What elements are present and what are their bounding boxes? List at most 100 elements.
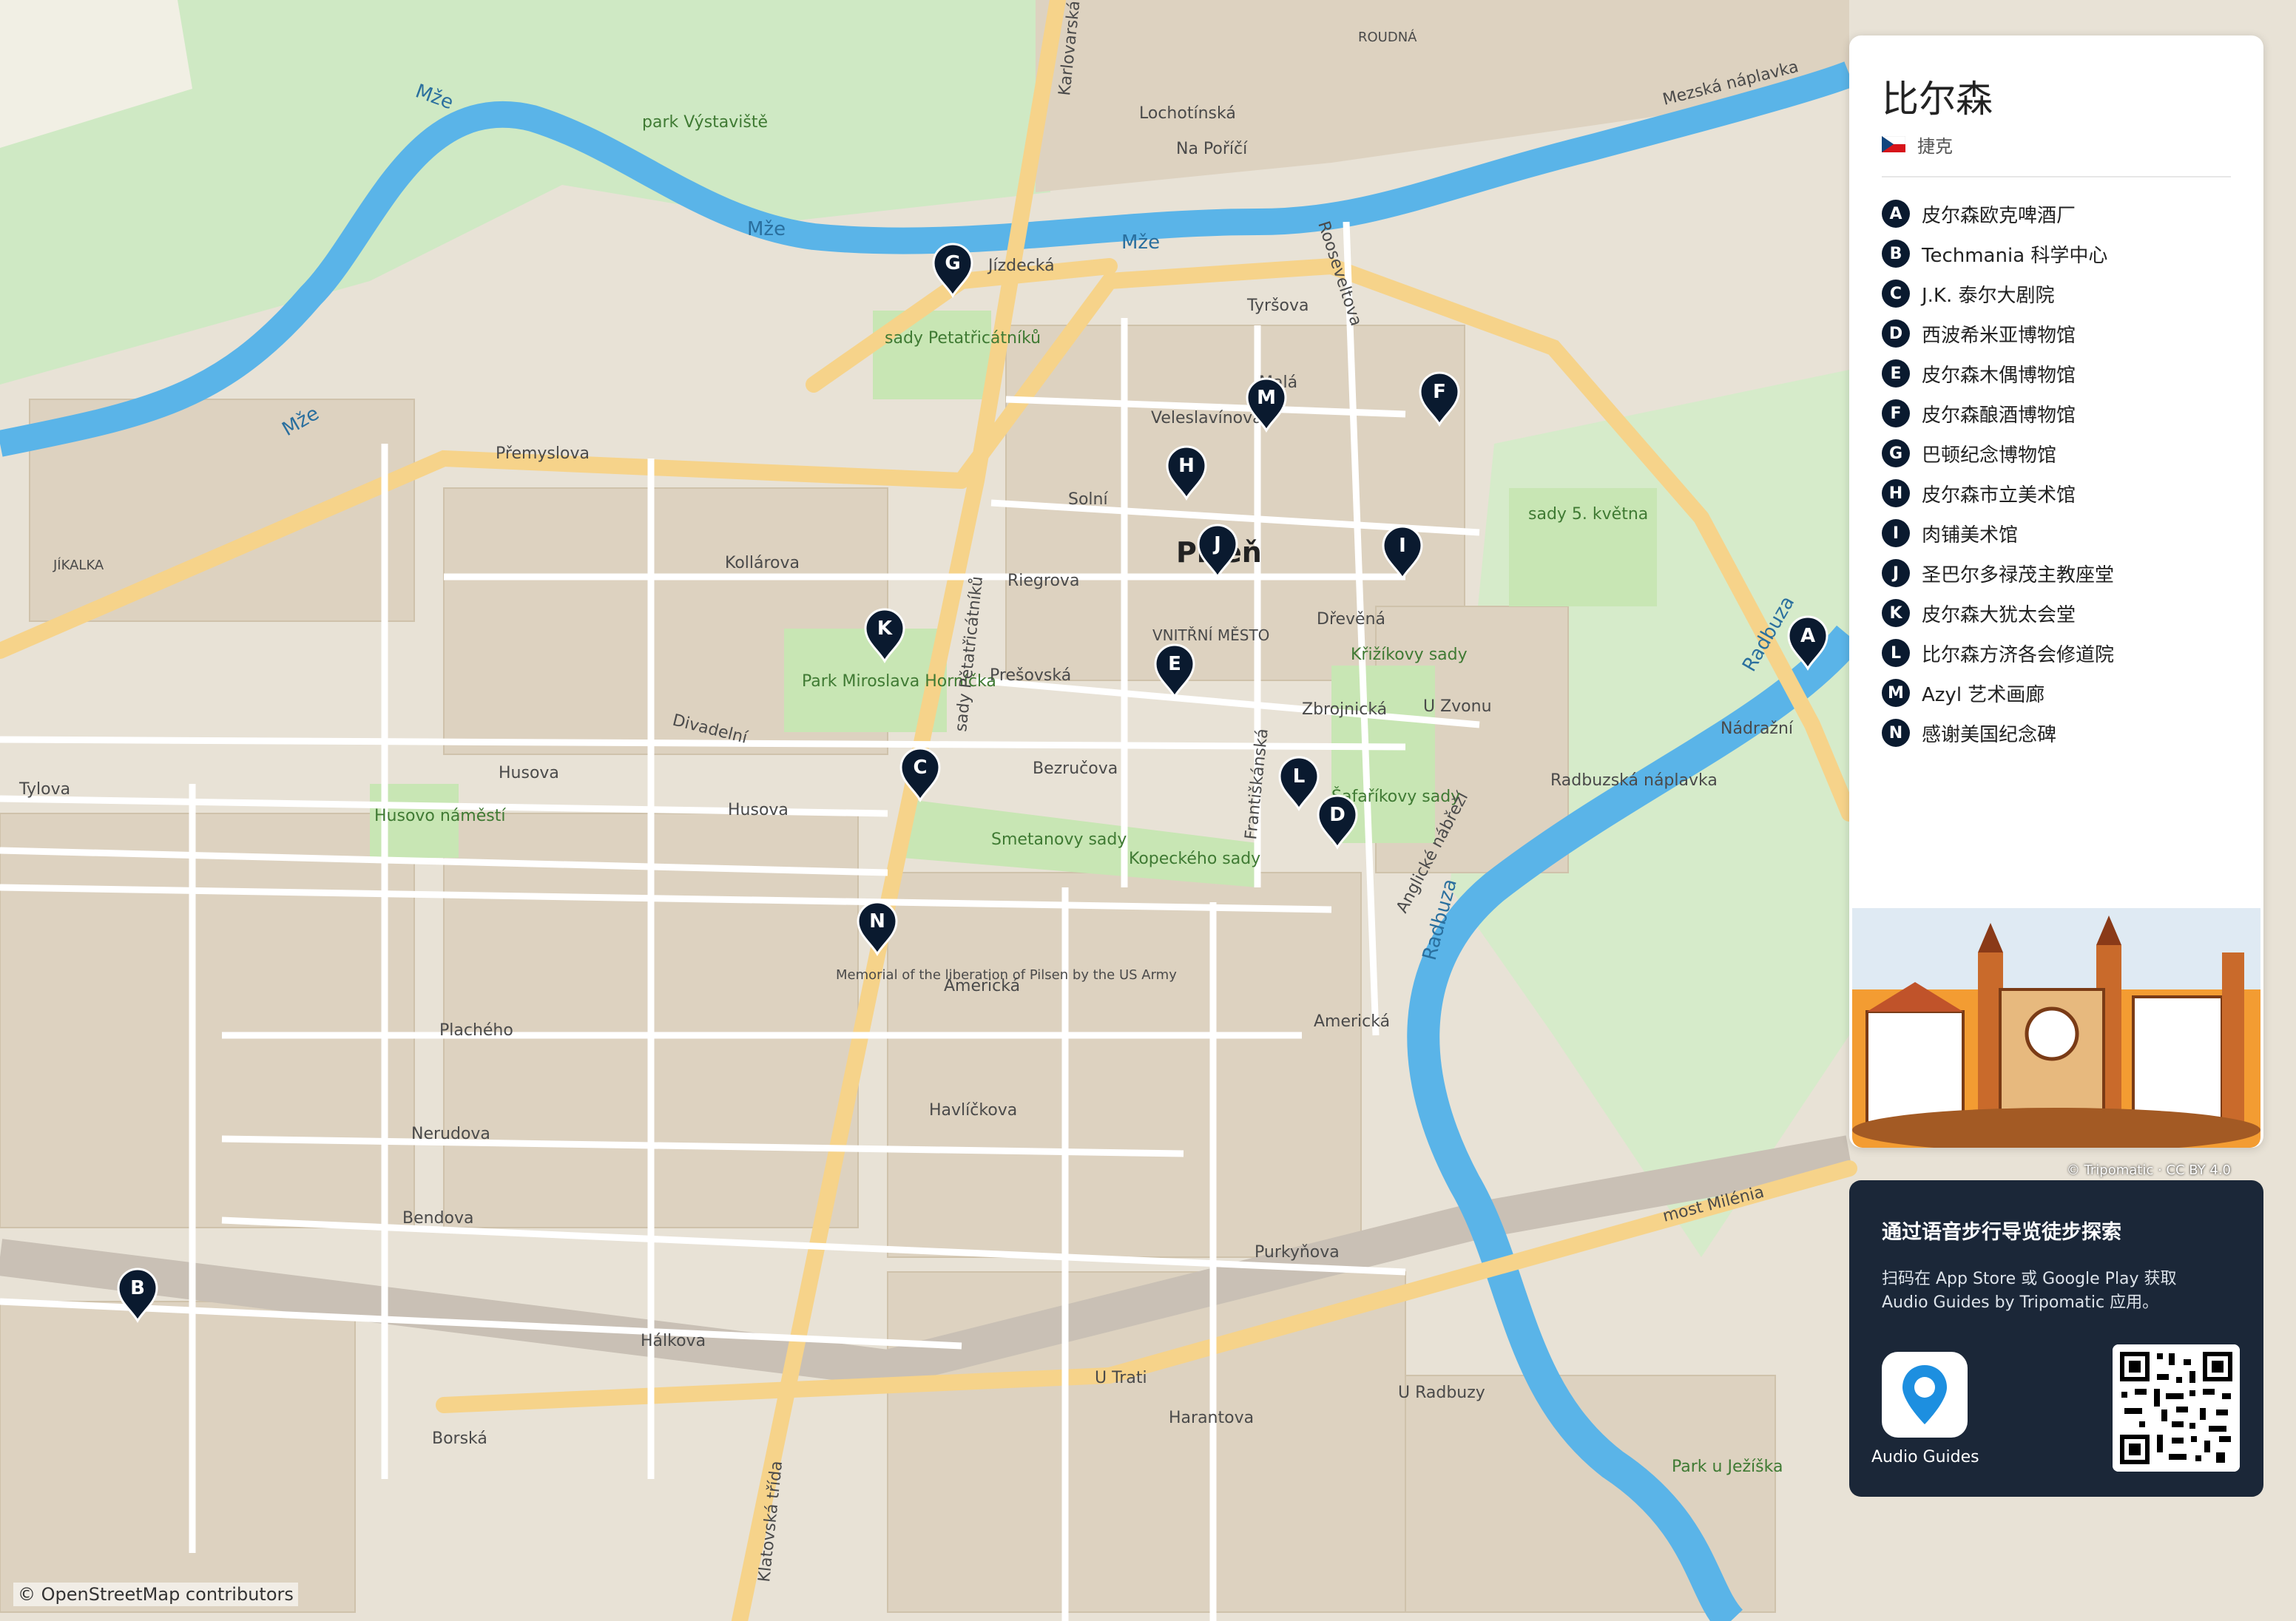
info-panel: 比尔森 捷克 A 皮尔森欧克啤酒厂 B Techmania 科学中心 C J.K. 泰… xyxy=(1849,35,2263,1178)
street-halkova: Hálkova xyxy=(641,1332,706,1350)
street-americka: Americká xyxy=(944,977,1020,995)
marker-letter: B xyxy=(130,1277,145,1299)
park-label-smetanovy: Smetanovy sady xyxy=(991,830,1127,849)
poi-list-item[interactable]: C J.K. 泰尔大剧院 xyxy=(1882,274,2114,314)
street-drevena: Dřevěná xyxy=(1317,610,1385,629)
poi-list-item[interactable]: A 皮尔森欧克啤酒厂 xyxy=(1882,194,2114,234)
poi-list-item[interactable]: L 比尔森方济各会修道院 xyxy=(1882,633,2114,673)
street-premyslova: Přemyslova xyxy=(496,444,590,463)
street-borska: Borská xyxy=(432,1429,487,1448)
marker-letter: M xyxy=(1257,387,1276,409)
district-label: VNITŘNÍ MĚSTO xyxy=(1152,626,1269,644)
poi-list-item[interactable]: M Azyl 艺术画廊 xyxy=(1882,673,2114,713)
poi-name: Azyl 艺术画廊 xyxy=(1922,683,2045,706)
street-americka-2: Americká xyxy=(1314,1012,1390,1031)
park-label-vystaviste: park Výstaviště xyxy=(642,113,768,132)
poi-name: 皮尔森市立美术馆 xyxy=(1922,484,2076,507)
marker-letter: E xyxy=(1168,653,1181,675)
street-nadrazni: Nádražní xyxy=(1721,720,1794,738)
street-purkynova: Purkyňova xyxy=(1255,1243,1340,1262)
poi-badge: D xyxy=(1882,319,1910,348)
app-label: Audio Guides xyxy=(1871,1448,1979,1466)
park-label-petat: sady Petatřicátníků xyxy=(885,329,1041,348)
poi-list-item[interactable]: I 肉铺美术馆 xyxy=(1882,513,2114,553)
poi-list-item[interactable]: D 西波希米亚博物馆 xyxy=(1882,314,2114,353)
marker-letter: I xyxy=(1399,535,1406,557)
poi-badge: I xyxy=(1882,519,1910,547)
poi-list-item[interactable]: E 皮尔森木偶博物馆 xyxy=(1882,353,2114,393)
poi-name: 比尔森方济各会修道院 xyxy=(1922,643,2115,666)
park-label-jezis: Park u Ježíška xyxy=(1672,1458,1783,1476)
poi-badge: N xyxy=(1882,719,1910,747)
park-label-husovo: Husovo náměstí xyxy=(374,807,506,825)
poi-badge: A xyxy=(1882,200,1910,228)
street-kollarova: Kollárova xyxy=(725,554,800,572)
marker-letter: C xyxy=(913,757,927,779)
marker-letter: N xyxy=(869,910,885,933)
divider xyxy=(1882,176,2231,177)
street-riegrova: Riegrova xyxy=(1007,572,1079,590)
poi-badge: G xyxy=(1882,439,1910,467)
poi-name: 皮尔森酿酒博物馆 xyxy=(1922,404,2076,427)
poi-badge: H xyxy=(1882,479,1910,507)
poi-list-item[interactable]: K 皮尔森大犹太会堂 xyxy=(1882,593,2114,633)
street-havlickova: Havlíčkova xyxy=(929,1101,1017,1120)
marker-letter: F xyxy=(1433,381,1446,403)
street-u-zvonu: U Zvonu xyxy=(1423,697,1492,716)
poi-name: 巴顿纪念博物馆 xyxy=(1922,444,2057,467)
poi-badge: B xyxy=(1882,240,1910,268)
poi-name: 肉铺美术馆 xyxy=(1922,524,2019,546)
street-bendova: Bendova xyxy=(402,1209,474,1228)
poi-list-item[interactable]: G 巴顿纪念博物馆 xyxy=(1882,433,2114,473)
street-u-radbuzy: U Radbuzy xyxy=(1398,1384,1485,1402)
audio-guides-app-icon[interactable] xyxy=(1882,1352,1968,1438)
jikalka-label: JÍKALKA xyxy=(53,557,104,573)
city-illustration xyxy=(1852,908,2260,1148)
street-na-porici: Na Poříčí xyxy=(1176,140,1248,158)
marker-letter: J xyxy=(1212,533,1221,555)
street-presovska: Prešovská xyxy=(990,666,1071,685)
marker-letter: D xyxy=(1329,804,1345,826)
poi-badge: F xyxy=(1882,399,1910,427)
street-tyrsova: Tyršova xyxy=(1246,297,1309,315)
street-jizdecka: Jízdecká xyxy=(987,257,1055,275)
poi-badge: K xyxy=(1882,599,1910,627)
poi-name: 皮尔森大犹太会堂 xyxy=(1922,603,2076,626)
roudna-label: ROUDNÁ xyxy=(1358,29,1417,45)
street-radbuzska: Radbuzská náplavka xyxy=(1550,771,1718,790)
qr-code[interactable] xyxy=(2113,1344,2240,1472)
street-nerudova: Nerudova xyxy=(411,1125,490,1143)
poi-name: 感谢美国纪念碑 xyxy=(1922,723,2057,746)
street-harantova: Harantova xyxy=(1169,1409,1254,1427)
marker-letter: H xyxy=(1178,455,1195,477)
audio-description: 扫码在 App Store 或 Google Play 获取 Audio Gui… xyxy=(1882,1270,2177,1312)
park-label-5kvetna: sady 5. května xyxy=(1528,505,1648,524)
poi-list-item[interactable]: F 皮尔森酿酒博物馆 xyxy=(1882,393,2114,433)
poi-name: 圣巴尔多禄茂主教座堂 xyxy=(1922,564,2115,586)
river-label-mze-2: Mže xyxy=(747,218,786,240)
czech-flag-icon xyxy=(1882,136,1905,152)
street-tylova: Tylova xyxy=(18,780,70,799)
poi-badge: M xyxy=(1882,679,1910,707)
street-bezrucova: Bezručova xyxy=(1033,759,1118,778)
poi-list-item[interactable]: J 圣巴尔多禄茂主教座堂 xyxy=(1882,553,2114,593)
marker-letter: A xyxy=(1800,625,1815,647)
country-name: 捷克 xyxy=(1917,136,1953,157)
audio-title: 通过语音步行导览徒步探索 xyxy=(1882,1221,2121,1244)
poi-badge: L xyxy=(1882,639,1910,667)
poi-list-item[interactable]: H 皮尔森市立美术馆 xyxy=(1882,473,2114,513)
poi-name: 皮尔森欧克啤酒厂 xyxy=(1922,204,2076,227)
poi-name: 西波希米亚博物馆 xyxy=(1922,324,2076,347)
poi-list: A 皮尔森欧克啤酒厂 B Techmania 科学中心 C J.K. 泰尔大剧院 D西… xyxy=(1882,194,2114,753)
poi-list-item[interactable]: B Techmania 科学中心 xyxy=(1882,234,2114,274)
marker-letter: G xyxy=(945,252,960,274)
city-title: 比尔森 xyxy=(1882,78,1993,121)
street-husova-2: Husova xyxy=(728,801,789,819)
illustration-credit: © Tripomatic · CC BY 4.0 xyxy=(2066,1163,2231,1178)
marker-letter: K xyxy=(877,617,893,640)
map-attribution[interactable]: © OpenStreetMap contributors xyxy=(13,1583,298,1606)
park-label-krizikovy: Křižíkovy sady xyxy=(1351,646,1468,664)
poi-list-item[interactable]: N 感谢美国纪念碑 xyxy=(1882,713,2114,753)
street-husova: Husova xyxy=(499,764,559,782)
street-veleslavinova: Veleslavínova xyxy=(1151,409,1263,427)
